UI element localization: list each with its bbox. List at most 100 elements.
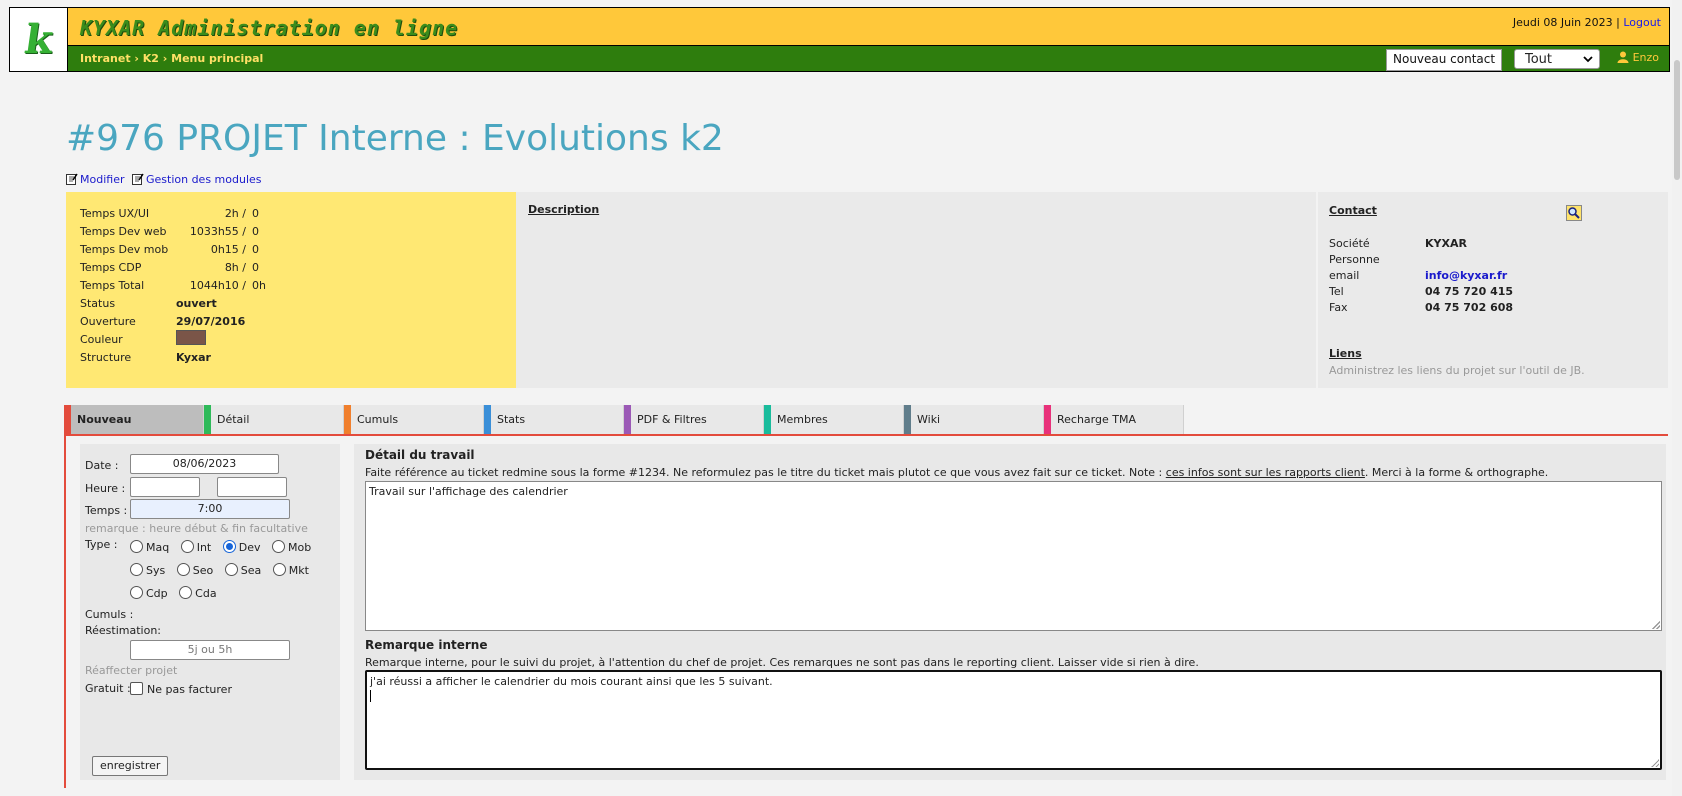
tab-detail[interactable]: Détail [204,405,344,434]
email-link[interactable]: info@kyxar.fr [1425,269,1507,282]
entry-form: Date : 08/06/2023 Heure : à Temps : 7:00… [80,444,340,780]
type-radio-seo[interactable]: Seo [176,563,213,577]
type-option-label: Int [196,541,212,554]
edit-icon [131,173,144,185]
radio-circle [176,563,190,576]
remarque-hint: remarque : heure début & fin facultative [85,522,308,535]
type-radio-int[interactable]: Int [180,540,212,554]
type-radio-mkt[interactable]: Mkt [272,563,309,577]
reestimation-field[interactable]: 5j ou 5h [130,640,290,660]
new-contact-button[interactable]: Nouveau contact [1386,49,1503,71]
user-icon [1617,51,1629,63]
contact-value: 04 75 702 608 [1425,300,1514,314]
type-option-label: Cdp [146,587,168,600]
travail-help-link[interactable]: ces infos sont sur les rapports client [1166,466,1365,479]
couleur-label: Couleur [80,332,123,346]
type-radio-row: Cdp Cda [130,586,225,600]
radio-circle [272,540,285,553]
color-swatch [176,330,206,345]
ouverture-label: Ouverture [80,314,136,328]
travail-help: Faite référence au ticket redmine sous l… [365,466,1548,479]
tab-nouveau[interactable]: Nouveau [64,405,204,434]
contact-label: Personne [1329,252,1380,266]
remarque-textarea[interactable]: j'ai réussi a afficher le calendrier du … [365,670,1662,770]
info-label: Temps Total [80,278,145,292]
ouverture-row: Ouverture 29/07/2016 [80,312,272,330]
info-value: 1033h55 / [189,224,246,238]
ne-pas-facturer-checkbox[interactable]: Ne pas facturer [130,682,232,696]
search-icon[interactable] [1566,205,1582,221]
modifier-link[interactable]: Modifier [80,173,124,186]
type-radio-cda[interactable]: Cda [179,586,217,600]
type-radio-sys[interactable]: Sys [130,563,165,577]
save-button[interactable]: enregistrer [92,756,169,776]
resize-handle-icon[interactable] [1651,759,1659,767]
contact-label: Fax [1329,300,1348,314]
gratuit-label: Gratuit : [85,682,131,695]
travail-help-text: Faite référence au ticket redmine sous l… [365,466,1166,479]
radio-circle [224,563,238,576]
tab-pdf-filtres[interactable]: PDF & Filtres [624,405,764,434]
tab-recharge-tma[interactable]: Recharge TMA [1044,405,1184,434]
info-label: Temps CDP [80,260,142,274]
info-row: Temps CDP 8h / 0 [80,258,272,276]
page-title: #976 PROJET Interne : Evolutions k2 [66,118,724,159]
work-details-panel: Détail du travail Faite référence au tic… [354,444,1666,780]
status-row: Status ouvert [80,294,272,312]
info-extra: 0 [252,206,259,220]
heure-start-field[interactable] [130,477,200,497]
remarque-value: j'ai réussi a afficher le calendrier du … [370,675,773,688]
type-option-label: Mob [288,541,312,554]
page-scrollbar[interactable] [1672,0,1682,796]
info-extra: 0 [252,224,259,238]
logout-link[interactable]: Logout [1623,16,1661,29]
gestion-modules-link[interactable]: Gestion des modules [146,173,262,186]
contact-value: 04 75 720 415 [1425,284,1514,298]
edit-icon [66,173,78,185]
new-entry-panel: Date : 08/06/2023 Heure : à Temps : 7:00… [64,436,1670,788]
structure-label: Structure [80,350,132,364]
type-radio-cdp[interactable]: Cdp [130,586,168,600]
type-radio-dev[interactable]: Dev [222,540,261,554]
separator: | [1616,16,1620,29]
tab-bar: Nouveau Détail Cumuls Stats PDF & Filtre… [64,405,1184,434]
date-field[interactable]: 08/06/2023 [130,454,279,474]
radio-circle [272,563,286,576]
type-radio-sea[interactable]: Sea [224,563,261,577]
nav-bar: Intranet › K2 › Menu principal Nouveau c… [68,46,1669,71]
liens-text: Administrez les liens du projet sur l'ou… [1329,364,1585,377]
tab-cumuls[interactable]: Cumuls [344,405,484,434]
reestimation-label: Réestimation: [85,624,162,637]
tab-membres[interactable]: Membres [764,405,904,434]
contact-value: KYXAR [1425,236,1467,250]
scrollbar-thumb[interactable] [1674,60,1680,180]
remarque-help: Remarque interne, pour le suivi du proje… [365,656,1199,669]
description-panel: Description [516,192,1316,388]
info-extra: 0 [252,260,259,274]
info-label: Temps Dev mob [80,242,169,256]
type-radio-mob[interactable]: Mob [272,540,311,554]
type-radio-maq[interactable]: Maq [130,540,169,554]
tab-stats[interactable]: Stats [484,405,624,434]
heure-end-field[interactable] [217,477,287,497]
contact-table: Société KYXAR Personne email info@kyxar.fr… [1329,235,1513,315]
temps-field[interactable]: 7:00 [130,499,290,519]
logo-k-glyph: k [21,16,56,63]
breadcrumb[interactable]: Intranet › K2 › Menu principal [80,52,263,65]
user-menu[interactable]: Enzo [1617,51,1659,64]
tab-wiki[interactable]: Wiki [904,405,1044,434]
couleur-row: Couleur [80,330,272,348]
contact-row: Société KYXAR [1329,235,1513,251]
current-date: Jeudi 08 Juin 2023 [1512,16,1613,29]
filter-select[interactable]: Tout [1514,49,1600,69]
travail-textarea[interactable]: Travail sur l'affichage des calendrier [365,481,1662,631]
type-option-label: Mkt [288,564,309,577]
radio-circle [130,540,143,553]
text-caret [370,690,371,702]
structure-row: Structure Kyxar [80,348,272,366]
resize-handle-icon[interactable] [1652,621,1660,629]
chevron-down-icon [1583,51,1593,71]
contact-row: Fax 04 75 702 608 [1329,299,1513,315]
logo[interactable]: k [10,8,68,71]
reaffecter-link[interactable]: Réaffecter projet [85,664,177,677]
